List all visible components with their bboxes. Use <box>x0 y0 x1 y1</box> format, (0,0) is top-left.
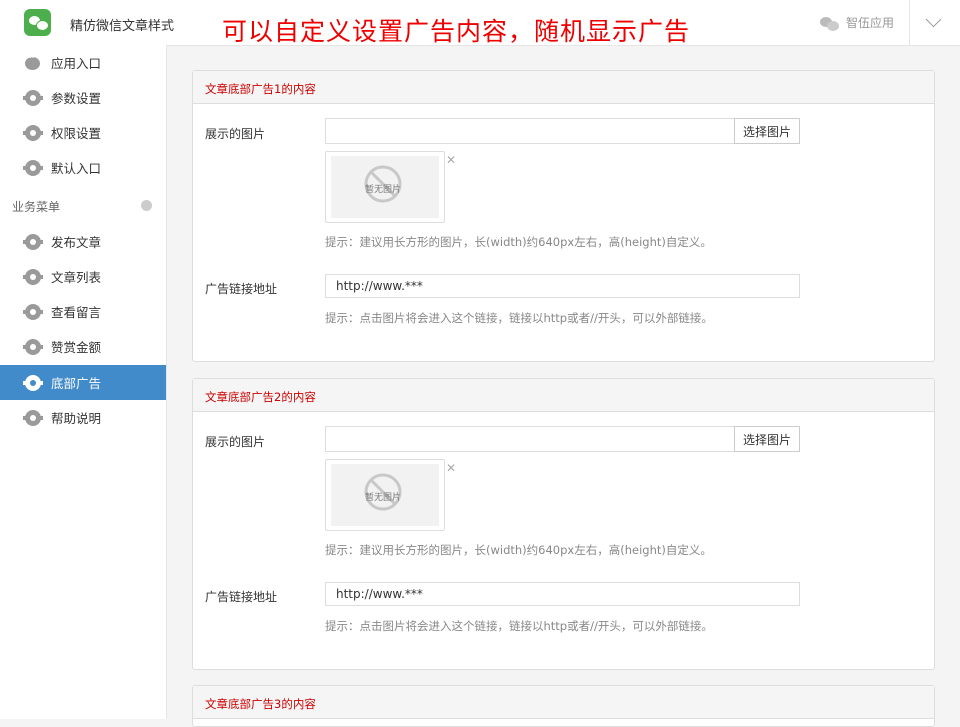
choose-image-button[interactable]: 选择图片 <box>734 118 800 144</box>
sidebar-item-label: 权限设置 <box>51 126 102 141</box>
panel-header: 文章底部广告2的内容 <box>193 379 934 412</box>
close-icon[interactable]: ✕ <box>446 153 456 167</box>
image-preview: 暂无图片 <box>325 459 445 531</box>
no-image-text: 暂无图片 <box>365 185 402 195</box>
sidebar-section-label: 业务菜单 <box>12 200 61 214</box>
link-hint: 提示：点击图片将会进入这个链接，链接以http或者//开头，可以外部链接。 <box>325 311 713 325</box>
gear-icon <box>23 409 43 426</box>
gear-icon <box>23 338 43 355</box>
sidebar-item-label: 默认入口 <box>51 161 102 176</box>
sidebar-item-bottom-ads[interactable]: 底部广告 <box>0 365 166 400</box>
sidebar-item-default-entry[interactable]: 默认入口 <box>0 150 166 185</box>
sidebar: 应用入口 参数设置 权限设置 默认入口 业务菜单 发布文章 文章列表 查看留言 … <box>0 45 167 719</box>
sidebar-item-reward-amount[interactable]: 赞赏金额 <box>0 329 166 364</box>
sidebar-item-label: 发布文章 <box>51 235 102 250</box>
section-toggle-icon[interactable] <box>141 200 152 211</box>
sidebar-item-view-comments[interactable]: 查看留言 <box>0 294 166 329</box>
sidebar-item-label: 文章列表 <box>51 270 102 285</box>
sidebar-item-label: 底部广告 <box>51 376 102 391</box>
account-label: 智伍应用 <box>846 16 895 30</box>
sidebar-item-label: 参数设置 <box>51 91 102 106</box>
no-image-text: 暂无图片 <box>365 493 402 503</box>
gear-icon <box>23 159 43 176</box>
app-title: 精仿微信文章样式 <box>70 19 175 34</box>
panel-header: 文章底部广告1的内容 <box>193 71 934 104</box>
image-hint: 提示：建议用长方形的图片，长(width)约640px左右，高(height)自… <box>325 543 712 557</box>
sidebar-item-publish-article[interactable]: 发布文章 <box>0 224 166 259</box>
image-preview: 暂无图片 <box>325 151 445 223</box>
gear-icon <box>23 268 43 285</box>
image-label: 展示的图片 <box>205 127 266 141</box>
chevron-down-icon[interactable] <box>925 11 942 28</box>
panel-header: 文章底部广告3的内容 <box>193 686 934 719</box>
sidebar-item-params[interactable]: 参数设置 <box>0 80 166 115</box>
panel-title: 文章底部广告2的内容 <box>205 390 316 404</box>
sidebar-item-label: 赞赏金额 <box>51 340 102 355</box>
sidebar-item-label: 帮助说明 <box>51 411 102 426</box>
link-label: 广告链接地址 <box>205 590 278 604</box>
link-url-input[interactable] <box>325 582 800 606</box>
gear-icon <box>23 374 43 391</box>
wechat-logo-icon <box>24 9 51 36</box>
link-hint: 提示：点击图片将会进入这个链接，链接以http或者//开头，可以外部链接。 <box>325 619 713 633</box>
close-icon[interactable]: ✕ <box>446 461 456 475</box>
choose-image-button[interactable]: 选择图片 <box>734 426 800 452</box>
sidebar-item-article-list[interactable]: 文章列表 <box>0 259 166 294</box>
sidebar-item-label: 应用入口 <box>51 56 102 71</box>
image-hint: 提示：建议用长方形的图片，长(width)约640px左右，高(height)自… <box>325 235 712 249</box>
image-path-input[interactable] <box>325 118 734 144</box>
sidebar-item-label: 查看留言 <box>51 305 102 320</box>
top-header: 精仿微信文章样式 可以自定义设置广告内容，随机显示广告 智伍应用 <box>0 0 960 46</box>
panel-title: 文章底部广告1的内容 <box>205 82 316 96</box>
sidebar-item-permissions[interactable]: 权限设置 <box>0 115 166 150</box>
wechat-icon <box>820 15 840 31</box>
image-path-input[interactable] <box>325 426 734 452</box>
gear-icon <box>23 303 43 320</box>
banner-caption: 可以自定义设置广告内容，随机显示广告 <box>222 17 691 46</box>
chat-bubble-icon <box>25 53 41 71</box>
ad-panel-1: 文章底部广告1的内容 展示的图片 选择图片 暂无图片 ✕ 提示：建议用长方形的图… <box>192 70 935 362</box>
ad-panel-2: 文章底部广告2的内容 展示的图片 选择图片 暂无图片 ✕ 提示：建议用长方形的图… <box>192 378 935 670</box>
gear-icon <box>23 89 43 106</box>
gear-icon <box>23 233 43 250</box>
link-label: 广告链接地址 <box>205 282 278 296</box>
gear-icon <box>23 124 43 141</box>
image-label: 展示的图片 <box>205 435 266 449</box>
account-menu[interactable]: 智伍应用 <box>820 0 908 45</box>
link-url-input[interactable] <box>325 274 800 298</box>
header-divider <box>909 0 910 45</box>
sidebar-item-help[interactable]: 帮助说明 <box>0 400 166 435</box>
sidebar-item-app-entry[interactable]: 应用入口 <box>0 45 166 80</box>
panel-title: 文章底部广告3的内容 <box>205 697 316 711</box>
ad-panel-3: 文章底部广告3的内容 <box>192 685 935 727</box>
